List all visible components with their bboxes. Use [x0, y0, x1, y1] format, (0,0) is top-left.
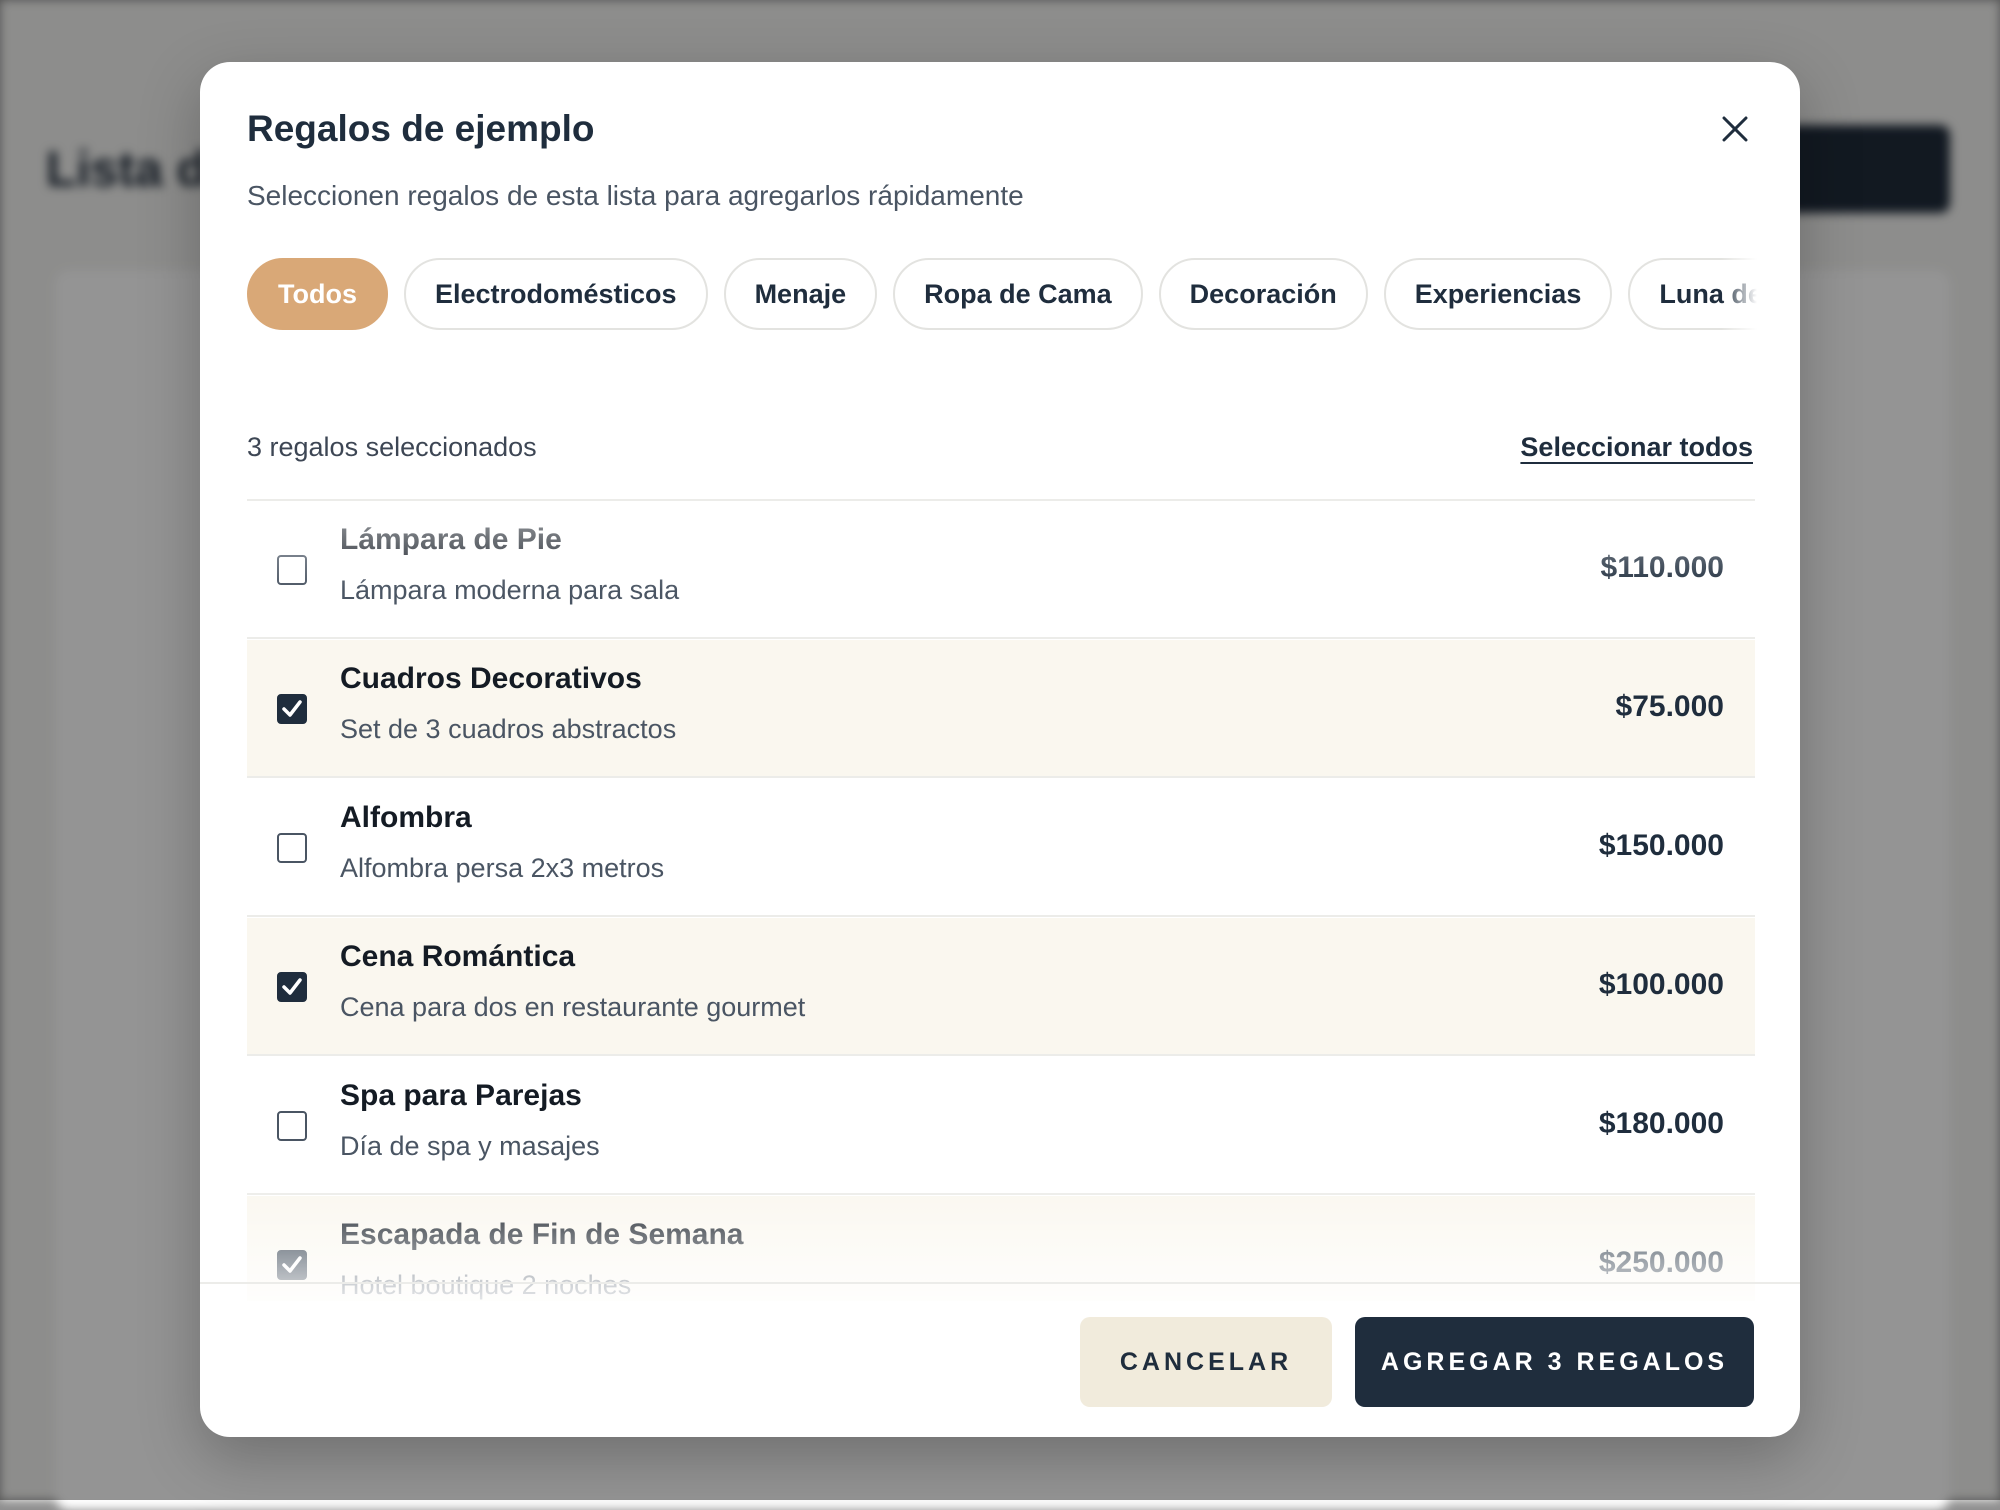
gift-price: $100.000: [1598, 968, 1724, 1001]
select-all-link[interactable]: Seleccionar todos: [1520, 432, 1753, 463]
gift-name: Cena Romántica: [340, 940, 576, 973]
gift-checkbox[interactable]: [277, 1111, 307, 1141]
tab-experiencias[interactable]: Experiencias: [1383, 258, 1613, 330]
gift-row-alfombra[interactable]: Alfombra Alfombra persa 2x3 metros $150.…: [247, 779, 1755, 917]
modal-subtitle: Seleccionen regalos de esta lista para a…: [247, 180, 1024, 211]
gift-description: Día de spa y masajes: [340, 1131, 600, 1161]
gift-description: Hotel boutique 2 noches: [340, 1270, 632, 1300]
gift-row-cena[interactable]: Cena Romántica Cena para dos en restaura…: [247, 918, 1755, 1056]
gift-name: Alfombra: [340, 801, 472, 834]
gift-description: Cena para dos en restaurante gourmet: [340, 992, 806, 1022]
gift-examples-modal: Regalos de ejemplo Seleccionen regalos d…: [200, 62, 1800, 1437]
gift-price: $150.000: [1598, 829, 1724, 862]
gift-name: Lámpara de Pie: [340, 523, 562, 556]
category-tabs: Todos Electrodomésticos Menaje Ropa de C…: [247, 258, 1757, 336]
gift-checkbox[interactable]: [277, 694, 307, 724]
add-gifts-button[interactable]: AGREGAR 3 REGALOS: [1355, 1317, 1754, 1407]
modal-title: Regalos de ejemplo: [247, 108, 595, 149]
tab-electrodomesticos[interactable]: Electrodomésticos: [403, 258, 708, 330]
gift-row-cuadros[interactable]: Cuadros Decorativos Set de 3 cuadros abs…: [247, 640, 1755, 778]
tab-menaje[interactable]: Menaje: [723, 258, 878, 330]
gift-row-spa[interactable]: Spa para Parejas Día de spa y masajes $1…: [247, 1057, 1755, 1195]
gift-row-escapada[interactable]: Escapada de Fin de Semana Hotel boutique…: [247, 1196, 1755, 1301]
gift-price: $250.000: [1598, 1246, 1724, 1279]
gift-description: Set de 3 cuadros abstractos: [340, 714, 677, 744]
selected-count: 3 regalos seleccionados: [247, 432, 537, 462]
checkmark-icon: [282, 1256, 302, 1273]
gift-name: Cuadros Decorativos: [340, 662, 642, 695]
tab-luna-de-miel[interactable]: Luna de Miel: [1628, 258, 1757, 330]
gift-price: $75.000: [1615, 690, 1724, 723]
gift-name: Spa para Parejas: [340, 1079, 582, 1112]
gift-checkbox[interactable]: [277, 972, 307, 1002]
checkmark-icon: [282, 700, 302, 717]
gift-price: $110.000: [1600, 551, 1724, 584]
gift-name: Escapada de Fin de Semana: [340, 1218, 744, 1251]
gift-description: Alfombra persa 2x3 metros: [340, 853, 665, 883]
gift-checkbox[interactable]: [277, 1250, 307, 1280]
checkmark-icon: [282, 978, 302, 995]
gift-row-lampara[interactable]: Lámpara de Pie Lámpara moderna para sala…: [247, 501, 1755, 639]
cancel-button[interactable]: CANCELAR: [1080, 1317, 1332, 1407]
tab-decoracion[interactable]: Decoración: [1158, 258, 1368, 330]
tab-ropa-de-cama[interactable]: Ropa de Cama: [893, 258, 1143, 330]
close-button[interactable]: [1710, 104, 1760, 154]
close-icon: [1722, 116, 1748, 142]
tab-todos[interactable]: Todos: [247, 258, 388, 330]
gift-description: Lámpara moderna para sala: [340, 575, 680, 605]
gift-list[interactable]: Lámpara de Pie Lámpara moderna para sala…: [247, 501, 1755, 1301]
gift-checkbox[interactable]: [277, 833, 307, 863]
gift-checkbox[interactable]: [277, 555, 307, 585]
gift-price: $180.000: [1598, 1107, 1724, 1140]
footer-divider: [200, 1282, 1800, 1284]
